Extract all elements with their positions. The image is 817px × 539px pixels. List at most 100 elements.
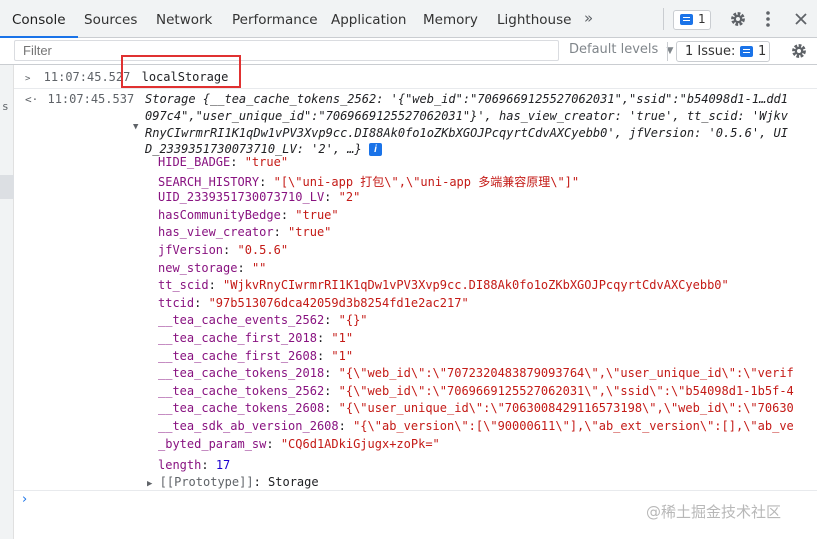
more-vert-icon[interactable] (763, 10, 773, 28)
property-colon: : (280, 207, 296, 222)
storage-property-row[interactable]: HIDE_BADGE: "true" (158, 155, 288, 169)
storage-property-row[interactable]: __tea_cache_events_2562: "{}" (158, 313, 368, 327)
storage-property-row[interactable]: new_storage: "" (158, 261, 266, 275)
message-icon (680, 14, 693, 25)
tab-application[interactable]: Application (331, 0, 406, 38)
storage-property-row[interactable]: ttcid: "97b513076dca42059d3b8254fd1e2ac2… (158, 296, 469, 310)
property-value: 17 (215, 458, 231, 472)
issues-label: 1 Issue: (685, 44, 736, 59)
property-colon: : (316, 348, 332, 363)
storage-summary-line[interactable]: RnyCIwrmrRI1K1qDw1vPV3Xvp9cc.DI88Ak0fo1o… (145, 126, 788, 140)
info-icon[interactable]: i (368, 143, 382, 156)
timestamp: 11:07:45.537 (47, 92, 135, 106)
tab-network[interactable]: Network (156, 0, 212, 38)
property-value: "1" (331, 348, 354, 363)
property-key: jfVersion (158, 243, 224, 257)
property-key: __tea_cache_first_2018 (158, 331, 317, 345)
property-value: Storage (268, 475, 319, 489)
property-value: "{\"ab_version\":[\"90000611\"],\"ab_ext… (353, 419, 794, 433)
property-key: tt_scid (158, 278, 209, 293)
console-settings-gear-icon[interactable] (790, 42, 808, 60)
console-prompt-icon[interactable]: › (22, 492, 27, 507)
storage-summary-line[interactable]: 097c4","user_unique_id":"706966912552706… (145, 109, 788, 123)
property-colon: : (266, 436, 281, 451)
property-key: new_storage (158, 260, 238, 275)
storage-property-row[interactable]: __tea_cache_first_2608: "1" (158, 349, 353, 363)
tab-memory[interactable]: Memory (423, 0, 478, 38)
property-value: "1" (331, 331, 354, 345)
property-value: "CQ6d1ADkiGjugx+zoPk=" (280, 436, 440, 451)
property-key: __tea_cache_tokens_2608 (158, 401, 325, 416)
tab-lighthouse[interactable]: Lighthouse (497, 0, 571, 38)
property-key: __tea_cache_events_2562 (158, 313, 325, 328)
tab-sources[interactable]: Sources (84, 0, 137, 38)
issues-count: 1 (758, 44, 767, 59)
property-colon: : (324, 401, 339, 416)
row-divider (14, 88, 817, 89)
property-value: "97b513076dca42059d3b8254fd1e2ac217" (208, 295, 469, 310)
close-icon[interactable] (795, 13, 807, 25)
issues-counter-button[interactable]: 1 (673, 10, 711, 30)
storage-property-row[interactable]: SEARCH_HISTORY: "[\"uni-app 打包\",\"uni-a… (158, 173, 579, 190)
property-value: "[\"uni-app 打包\",\"uni-app 多端兼容原理\"]" (273, 174, 580, 189)
property-key: HIDE_BADGE (158, 155, 231, 169)
property-colon: : (230, 155, 245, 169)
toolbar-divider (663, 8, 664, 30)
prototype-property[interactable]: ▶ [[Prototype]]: Storage (147, 475, 319, 489)
property-key: hasCommunityBedge (158, 207, 281, 222)
storage-summary-line[interactable]: Storage {__tea_cache_tokens_2562: '{"web… (145, 92, 788, 106)
property-colon: : (324, 190, 339, 205)
storage-property-row[interactable]: __tea_cache_tokens_2608: "{\"user_unique… (158, 401, 794, 415)
console-output-entry: <· 11:07:45.537 (25, 92, 134, 106)
property-value: "true" (295, 207, 339, 222)
gear-icon[interactable] (729, 10, 747, 28)
message-icon (740, 46, 753, 57)
length-property: length: 17 (158, 458, 231, 472)
property-colon: : (194, 295, 209, 310)
property-key: length (158, 458, 202, 472)
property-key: __tea_cache_first_2608 (158, 348, 317, 363)
expand-arrow-icon: > (25, 74, 31, 84)
storage-property-row[interactable]: UID_2339351730073710_LV: "2" (158, 190, 360, 204)
property-key: [[Prototype]] (159, 475, 254, 489)
console-sidebar-strip (0, 65, 14, 539)
collapsed-arrow-icon[interactable]: ▶ (147, 479, 152, 489)
property-value: "2" (338, 190, 361, 205)
property-key: __tea_sdk_ab_version_2608 (158, 419, 339, 433)
property-colon: : (324, 366, 339, 381)
property-colon: : (259, 174, 274, 189)
filter-divider (667, 42, 668, 61)
default-levels-label: Default levels (569, 42, 659, 57)
property-value: "{}" (338, 313, 368, 328)
tab-performance[interactable]: Performance (232, 0, 318, 38)
storage-property-row[interactable]: has_view_creator: "true" (158, 225, 331, 239)
storage-property-row[interactable]: __tea_sdk_ab_version_2608: "{\"ab_versio… (158, 419, 794, 433)
expanded-arrow-icon[interactable]: ▼ (133, 118, 138, 132)
storage-property-row[interactable]: tt_scid: "WjkvRnyCIwrmrRI1K1qDw1vPV3Xvp9… (158, 278, 729, 292)
property-value: "" (251, 260, 267, 275)
watermark: @稀土掘金技术社区 (646, 503, 782, 521)
row-divider (14, 490, 817, 491)
console-sidebar-selection (0, 175, 14, 199)
property-colon: : (324, 383, 339, 398)
highlight-box (121, 55, 241, 88)
storage-property-row[interactable]: __tea_cache_tokens_2562: "{\"web_id\":\"… (158, 384, 794, 398)
property-colon: : (223, 243, 238, 257)
property-value: "0.5.6" (237, 243, 289, 257)
property-value: "{\"web_id\":\"7069669125527062031\",\"s… (338, 383, 794, 398)
storage-property-row[interactable]: __tea_cache_first_2018: "1" (158, 331, 353, 345)
default-levels-dropdown[interactable]: Default levels ▼ (569, 42, 673, 57)
filter-input[interactable] (14, 40, 559, 61)
issues-button[interactable]: 1 Issue: 1 (676, 41, 770, 62)
property-key: UID_2339351730073710_LV (158, 190, 325, 205)
storage-summary-line[interactable]: D_2339351730073710_LV: '2', …} i (145, 142, 382, 156)
more-tabs-icon[interactable]: » (584, 9, 593, 27)
property-key: SEARCH_HISTORY (158, 174, 260, 189)
property-key: _byted_param_sw (158, 436, 267, 451)
storage-property-row[interactable]: hasCommunityBedge: "true" (158, 208, 339, 222)
storage-property-row[interactable]: _byted_param_sw: "CQ6d1ADkiGjugx+zoPk=" (158, 437, 440, 451)
tab-console[interactable]: Console (0, 0, 78, 38)
storage-property-row[interactable]: __tea_cache_tokens_2018: "{\"web_id\":\"… (158, 366, 794, 380)
storage-property-row[interactable]: jfVersion: "0.5.6" (158, 243, 288, 257)
property-colon: : (208, 278, 224, 293)
